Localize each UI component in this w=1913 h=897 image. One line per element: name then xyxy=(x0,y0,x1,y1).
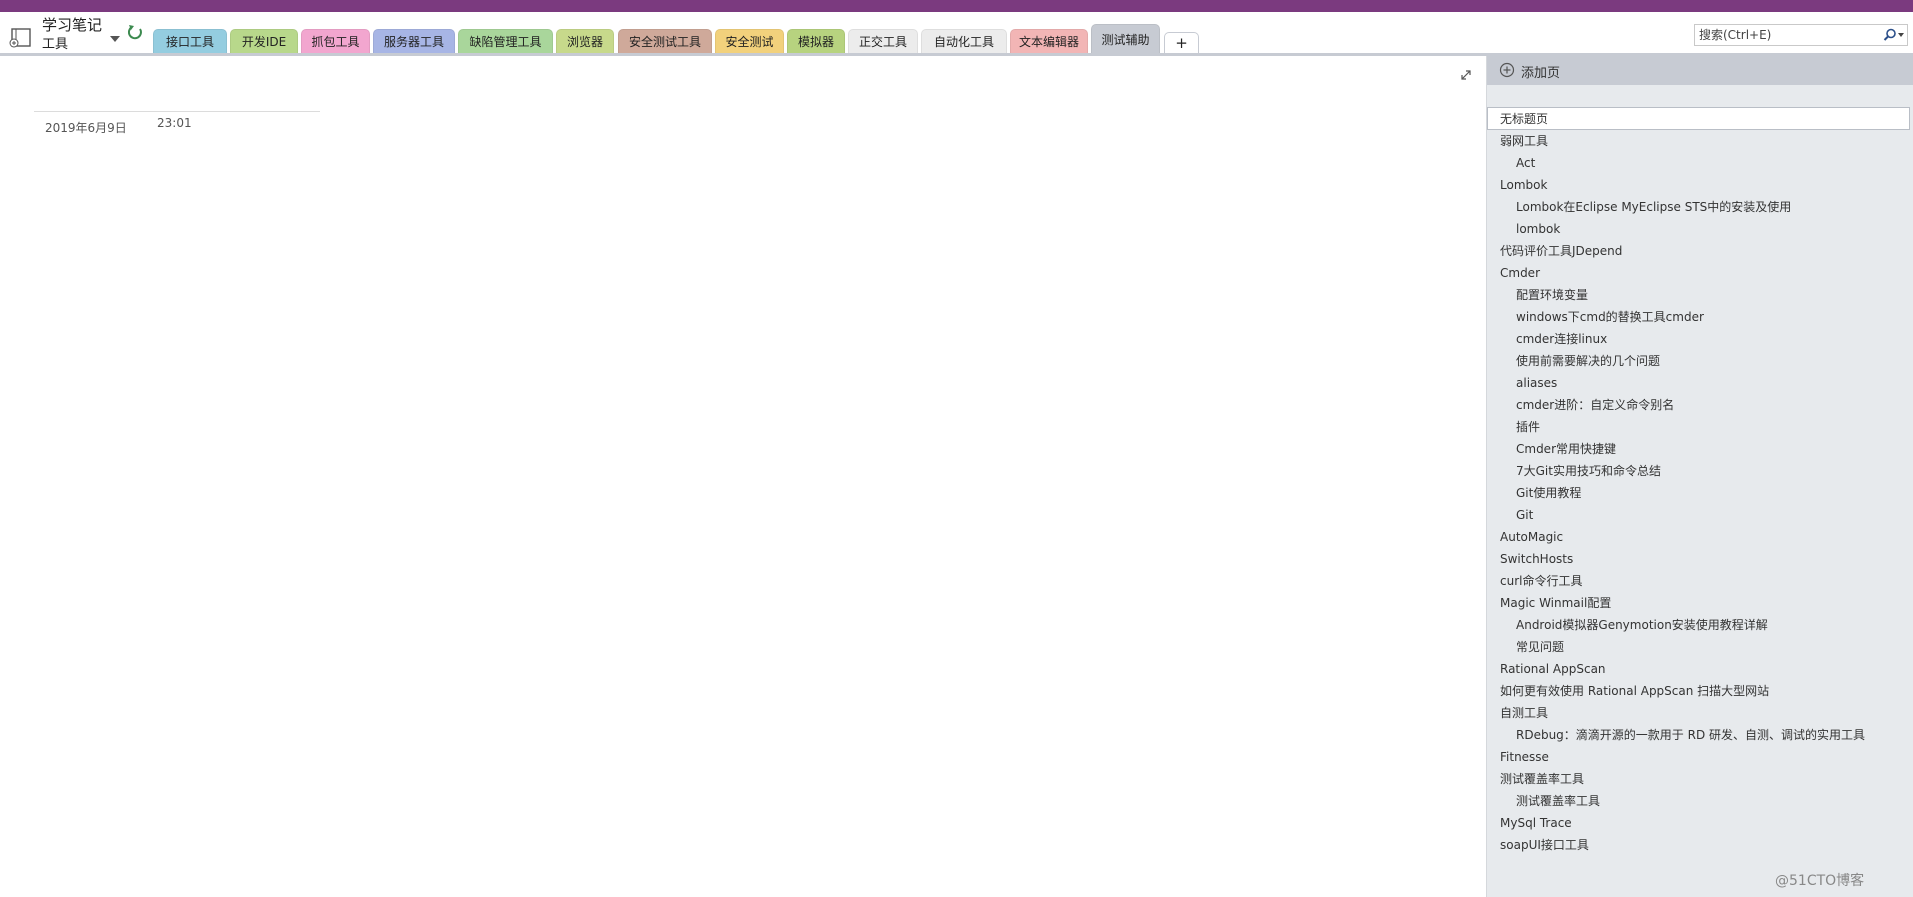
subpage-item[interactable]: Android模拟器Genymotion安装使用教程详解 xyxy=(1487,614,1913,636)
page-item[interactable]: soapUI接口工具 xyxy=(1487,834,1913,856)
subpage-item[interactable]: 插件 xyxy=(1487,416,1913,438)
subpage-item[interactable]: cmder进阶：自定义命令别名 xyxy=(1487,394,1913,416)
page-item[interactable]: Rational AppScan xyxy=(1487,658,1913,680)
current-section-name[interactable]: 工具 xyxy=(42,33,68,52)
title-bar xyxy=(0,0,1913,12)
subpage-item[interactable]: 使用前需要解决的几个问题 xyxy=(1487,350,1913,372)
subpage-item[interactable]: lombok xyxy=(1487,218,1913,240)
page-item[interactable]: Magic Winmail配置 xyxy=(1487,592,1913,614)
subpage-item[interactable]: RDebug：滴滴开源的一款用于 RD 研发、自测、调试的实用工具 xyxy=(1487,724,1913,746)
plus-circle-icon xyxy=(1499,62,1515,78)
add-page-button[interactable]: 添加页 xyxy=(1487,56,1913,85)
subpage-item[interactable]: Act xyxy=(1487,152,1913,174)
subpage-item[interactable]: Git使用教程 xyxy=(1487,482,1913,504)
page-item[interactable]: 弱网工具 xyxy=(1487,130,1913,152)
untitled-page-entry[interactable] xyxy=(1487,107,1913,130)
page-item[interactable]: curl命令行工具 xyxy=(1487,570,1913,592)
page-item[interactable]: SwitchHosts xyxy=(1487,548,1913,570)
chevron-down-icon[interactable] xyxy=(108,32,122,46)
page-date: 2019年6月9日 xyxy=(45,121,127,135)
page-time: 23:01 xyxy=(157,116,192,130)
page-canvas[interactable] xyxy=(0,56,1486,897)
page-list: 弱网工具 Act Lombok Lombok在Eclipse MyEclipse ST… xyxy=(1487,130,1913,856)
subpage-item[interactable]: Cmder常用快捷键 xyxy=(1487,438,1913,460)
section-tab[interactable]: 正交工具 xyxy=(848,29,918,53)
page-item[interactable]: 自测工具 xyxy=(1487,702,1913,724)
search-input[interactable] xyxy=(1695,25,1883,45)
page-item[interactable]: Fitnesse xyxy=(1487,746,1913,768)
watermark: @51CTO博客 xyxy=(1775,873,1865,889)
page-item[interactable]: Cmder xyxy=(1487,262,1913,284)
subpage-item[interactable]: 常见问题 xyxy=(1487,636,1913,658)
page-item[interactable]: AutoMagic xyxy=(1487,526,1913,548)
search-box[interactable] xyxy=(1694,24,1908,46)
subpage-item[interactable]: windows下cmd的替换工具cmder xyxy=(1487,306,1913,328)
section-tab[interactable]: 自动化工具 xyxy=(921,29,1007,53)
page-title-underline xyxy=(34,111,320,112)
search-scope-chevron-icon[interactable] xyxy=(1897,31,1905,39)
add-section-tab[interactable]: + xyxy=(1164,32,1199,53)
section-tab[interactable]: 文本编辑器 xyxy=(1010,29,1088,53)
section-tab[interactable]: 测试辅助 xyxy=(1091,24,1160,53)
page-item[interactable]: Lombok xyxy=(1487,174,1913,196)
section-tab[interactable]: 抓包工具 xyxy=(301,29,370,53)
section-tab[interactable]: 服务器工具 xyxy=(373,29,455,53)
add-page-label: 添加页 xyxy=(1521,66,1561,81)
sync-icon[interactable] xyxy=(128,24,144,42)
page-title-field[interactable] xyxy=(1488,108,1913,129)
subpage-item[interactable]: 7大Git实用技巧和命令总结 xyxy=(1487,460,1913,482)
subpage-item[interactable]: aliases xyxy=(1487,372,1913,394)
section-tab[interactable]: 安全测试工具 xyxy=(618,29,712,53)
subpage-item[interactable]: 测试覆盖率工具 xyxy=(1487,790,1913,812)
subpage-item[interactable]: Lombok在Eclipse MyEclipse STS中的安装及使用 xyxy=(1487,196,1913,218)
subpage-item[interactable]: Git xyxy=(1487,504,1913,526)
page-item[interactable]: MySql Trace xyxy=(1487,812,1913,834)
section-tab[interactable]: 浏览器 xyxy=(556,29,614,53)
expand-icon[interactable] xyxy=(1460,69,1472,81)
section-tab[interactable]: 模拟器 xyxy=(787,29,845,53)
page-item[interactable]: 如何更有效使用 Rational AppScan 扫描大型网站 xyxy=(1487,680,1913,702)
section-tab[interactable]: 开发IDE xyxy=(230,29,298,53)
subpage-item[interactable]: 配置环境变量 xyxy=(1487,284,1913,306)
search-icon[interactable] xyxy=(1883,28,1897,42)
notebook-title[interactable]: 学习笔记 xyxy=(42,14,102,35)
subpage-item[interactable]: cmder连接linux xyxy=(1487,328,1913,350)
page-list-panel: 添加页 弱网工具ActLombokLombok在Eclipse MyEclips… xyxy=(1486,56,1913,897)
notebook-icon[interactable] xyxy=(9,27,33,49)
page-item[interactable]: 代码评价工具JDepend xyxy=(1487,240,1913,262)
section-tab[interactable]: 安全测试 xyxy=(715,29,784,53)
page-item[interactable]: 测试覆盖率工具 xyxy=(1487,768,1913,790)
section-tab[interactable]: 缺陷管理工具 xyxy=(458,29,553,53)
section-tab[interactable]: 接口工具 xyxy=(153,29,227,53)
